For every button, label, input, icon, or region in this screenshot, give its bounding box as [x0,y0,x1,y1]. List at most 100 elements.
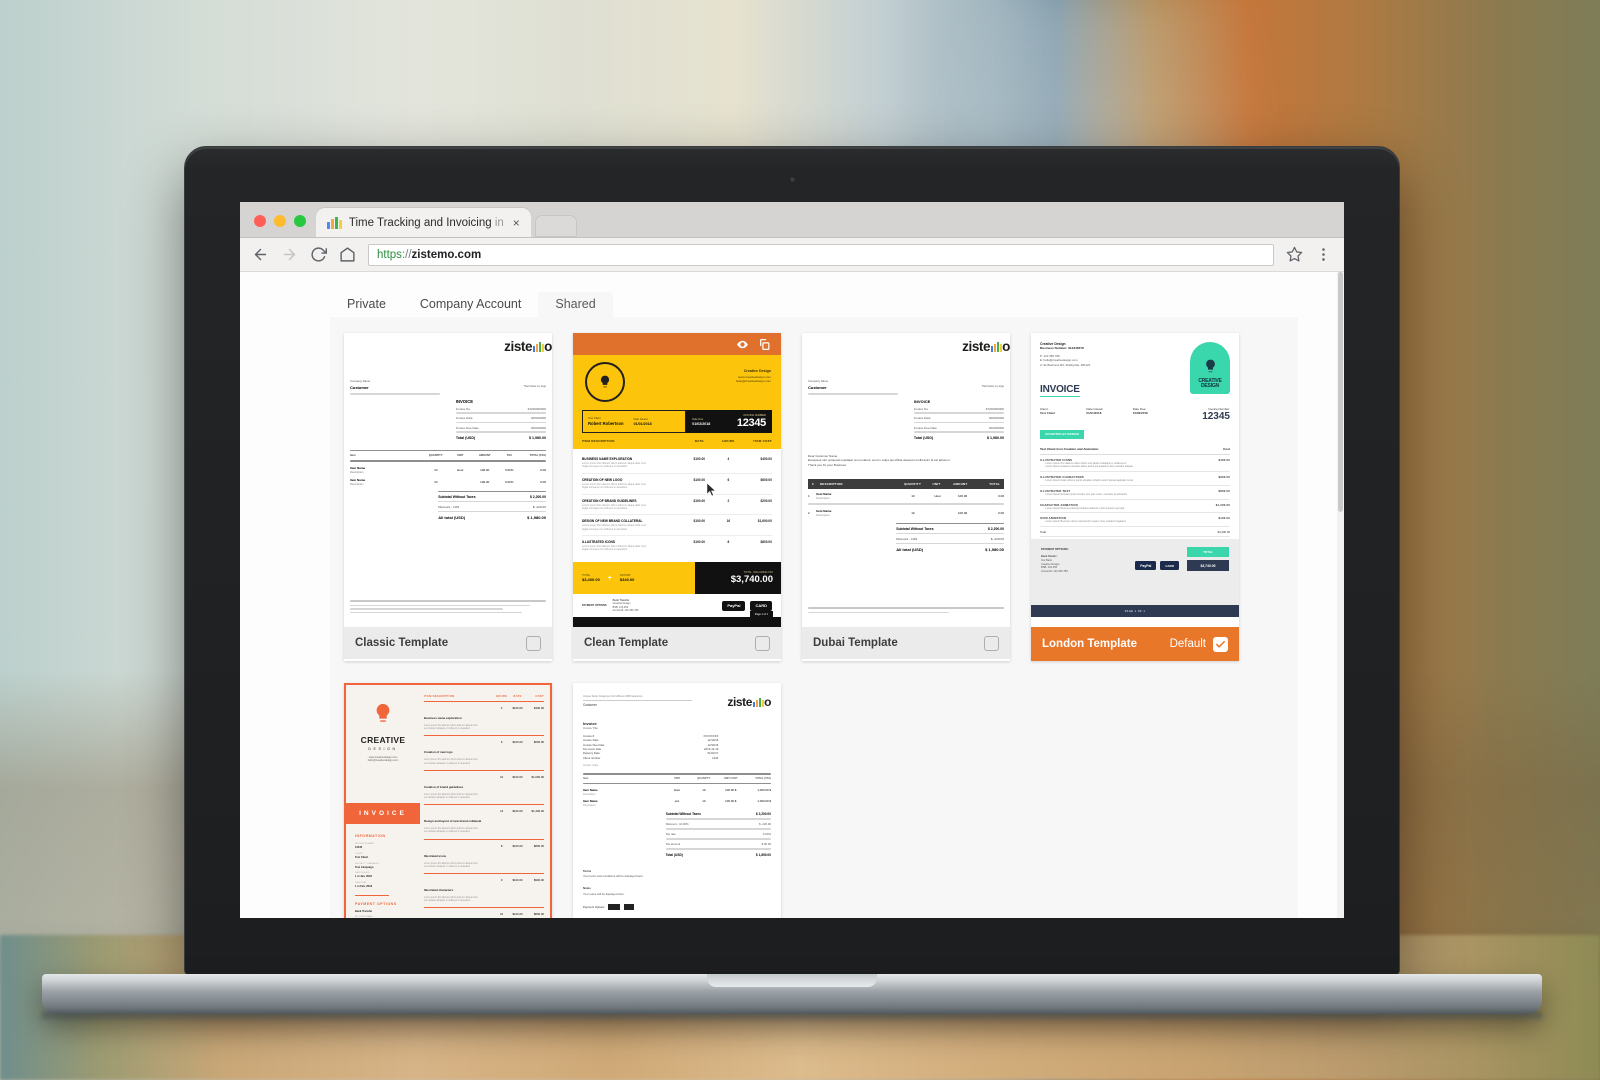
tab-title-overflow: in [494,216,504,229]
mouse-cursor [706,481,717,497]
row-item: Item Name [816,508,832,513]
line-item: Illustrated characters Lorem ipsum Pel ul… [424,874,544,909]
field-value: 1234 [712,755,719,760]
template-card-classic[interactable]: ziste o Company Name Customer That below… [344,333,552,661]
site-favicon-icon [327,216,342,229]
template-default-checkbox[interactable] [1213,636,1228,652]
template-select-checkbox[interactable] [984,635,999,651]
total-value: $3,400.00 [582,577,600,582]
row-tax: 0.00% [504,467,514,472]
logo-bars-icon [752,697,764,707]
default-label: Default [1169,638,1206,650]
template-grid: ziste o Company Name Customer That below… [330,333,1298,918]
template-name: Clean Template [584,637,669,649]
close-window-button[interactable] [254,215,266,227]
summary-row: Total (USD) $ 1,890.00 [666,853,771,857]
home-icon[interactable] [339,246,356,263]
browser-tab-active[interactable]: Time Tracking and Invoicing in × [316,208,531,237]
template-thumbnail[interactable]: CREATIVE DESIGN www.creativedesign.com h… [344,683,552,918]
company-name: Company Name [350,379,371,383]
row-qty: 10 [911,510,915,515]
row-qty: 10 [702,799,706,804]
browser-menu-icon[interactable] [1315,246,1332,263]
template-thumbnail[interactable]: Unique Seller Codepuyo Crid offfuuno KBD… [573,683,781,918]
summary-value: $ 2,200.00 [987,526,1004,531]
row-desc: Description [350,470,364,474]
template-select-checkbox[interactable] [755,635,770,651]
toolbar-right-actions [1286,246,1332,263]
col-header: UNIT [457,454,464,458]
url-host: zistemo.com [411,248,482,261]
template-select-checkbox[interactable] [526,635,541,651]
summary-label: Subtotal Without Taxes [896,526,934,531]
back-icon[interactable] [252,246,269,263]
company-name: Creative Design [743,369,771,373]
bank-line: BSB: 123 456 [1041,566,1058,570]
template-card-dubai[interactable]: ziste o Company Name Customer That below… [802,333,1010,661]
invoice-heading: INVOICE [1040,384,1080,398]
invoice-subtitle: Invoice Title [583,726,598,730]
row-total: 0.00 [540,467,546,472]
tab-shared[interactable]: Shared [538,291,613,317]
grand-total-label: All total (USD) [896,547,924,553]
address-bar[interactable]: https://zistemo.com [368,243,1274,266]
row-total: 0.00 [998,510,1004,515]
minimize-window-button[interactable] [274,215,286,227]
lightbulb-icon [1205,359,1215,372]
item-hours: 8 [727,540,730,544]
summary-label: Total [1040,530,1046,535]
summary-label: Discount - 10% [896,536,918,541]
template-thumbnail[interactable]: CREATIVE DESIGN Creative Design Business … [1031,333,1239,627]
col-header: QUANTITY [904,481,922,486]
bank-line: Our Bank [1041,558,1052,562]
template-thumbnail[interactable]: ziste o Company Name Customer That below… [802,333,1010,627]
bank-line: Account#: 123 456 789 [1041,570,1068,573]
eye-icon[interactable] [736,338,749,351]
customer-label: Customer [808,385,827,390]
template-card-footer: Clean Template [573,627,781,659]
reload-icon[interactable] [310,246,327,263]
page-note: PAGE 1 OF 1 [1124,609,1146,613]
item-hours: 16 [726,519,731,524]
url-separator: :// [401,248,412,261]
summary-row: Subtotal Without Taxes $ 2,200.00 [666,812,771,816]
template-thumbnail[interactable]: Creative Design www.creativedesign.com h… [573,333,781,627]
template-card-plain[interactable]: Unique Seller Codepuyo Crid offfuuno KBD… [573,683,781,918]
item-hours: 4 [727,457,730,461]
issued-value: 01/01/2018 [633,421,652,426]
divider [665,828,771,830]
total-button-label: TOTAL [1187,547,1229,557]
window-controls[interactable] [250,215,316,237]
new-tab-button[interactable] [534,215,577,237]
invoice-heading: INVOICE [455,398,474,404]
template-card-london[interactable]: CREATIVE DESIGN Creative Design Business … [1031,333,1239,661]
template-card-clean[interactable]: Creative Design www.creativedesign.com h… [573,333,781,661]
item-rate: $100.00 [693,457,706,461]
bookmark-star-icon[interactable] [1286,246,1303,263]
template-card-creative[interactable]: CREATIVE DESIGN www.creativedesign.com h… [344,683,552,918]
template-thumbnail[interactable]: ziste o Company Name Customer That below… [344,333,552,627]
summary-value: $ 90.00 [761,842,771,847]
invoice-number-value: 12345 [1202,411,1230,423]
tab-company-account[interactable]: Company Account [403,292,538,318]
row-item: Item Name [583,787,598,792]
info-value: 1 st Feb, 2018 [355,885,373,889]
row-amount: 100.00 [957,510,968,515]
close-tab-icon[interactable]: × [511,217,522,229]
page-scrollbar[interactable] [1337,272,1344,918]
row-unit: Hour [673,787,681,792]
summary-value: $ 2,200.00 [529,494,546,499]
tab-private[interactable]: Private [330,292,403,318]
copy-icon[interactable] [758,338,771,351]
line-item: CREATION OF BRAND GUIDELINES Lorem ipsum… [582,495,772,516]
row-item: Item Name [350,477,366,482]
laptop-mockup: Time Tracking and Invoicing in × https:/… [42,146,1542,1022]
field-label: Client number [583,755,601,760]
item-rate: $100.00 [693,540,706,544]
forward-icon[interactable] [281,246,298,263]
item-cost: $600.00 [760,477,772,482]
item-rate: $100.00 [693,519,706,524]
col-header: QUANTITY [428,454,443,458]
field-value: 00/00/0000 [988,416,1004,421]
maximize-window-button[interactable] [294,215,306,227]
